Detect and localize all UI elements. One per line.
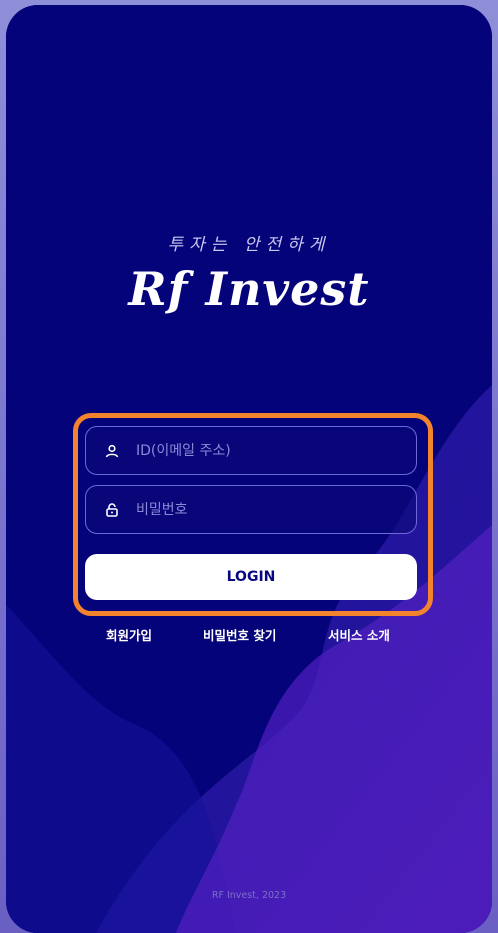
tagline: 투자는 안전하게 xyxy=(167,235,331,255)
login-button[interactable]: LOGIN xyxy=(85,554,417,600)
auth-links: 회원가입 비밀번호 찾기 서비스 소개 xyxy=(0,625,486,645)
password-input[interactable] xyxy=(134,500,398,519)
password-field[interactable] xyxy=(85,485,417,534)
id-field[interactable] xyxy=(85,426,417,475)
find-password-link[interactable]: 비밀번호 찾기 xyxy=(203,625,276,644)
app-logo: Rf Invest xyxy=(128,262,370,316)
footer-copyright: RF Invest, 2023 xyxy=(211,890,287,901)
lock-icon xyxy=(104,502,120,518)
id-input[interactable] xyxy=(134,441,398,460)
signup-link[interactable]: 회원가입 xyxy=(106,625,152,644)
user-icon xyxy=(104,443,120,459)
service-intro-link[interactable]: 서비스 소개 xyxy=(328,625,390,644)
